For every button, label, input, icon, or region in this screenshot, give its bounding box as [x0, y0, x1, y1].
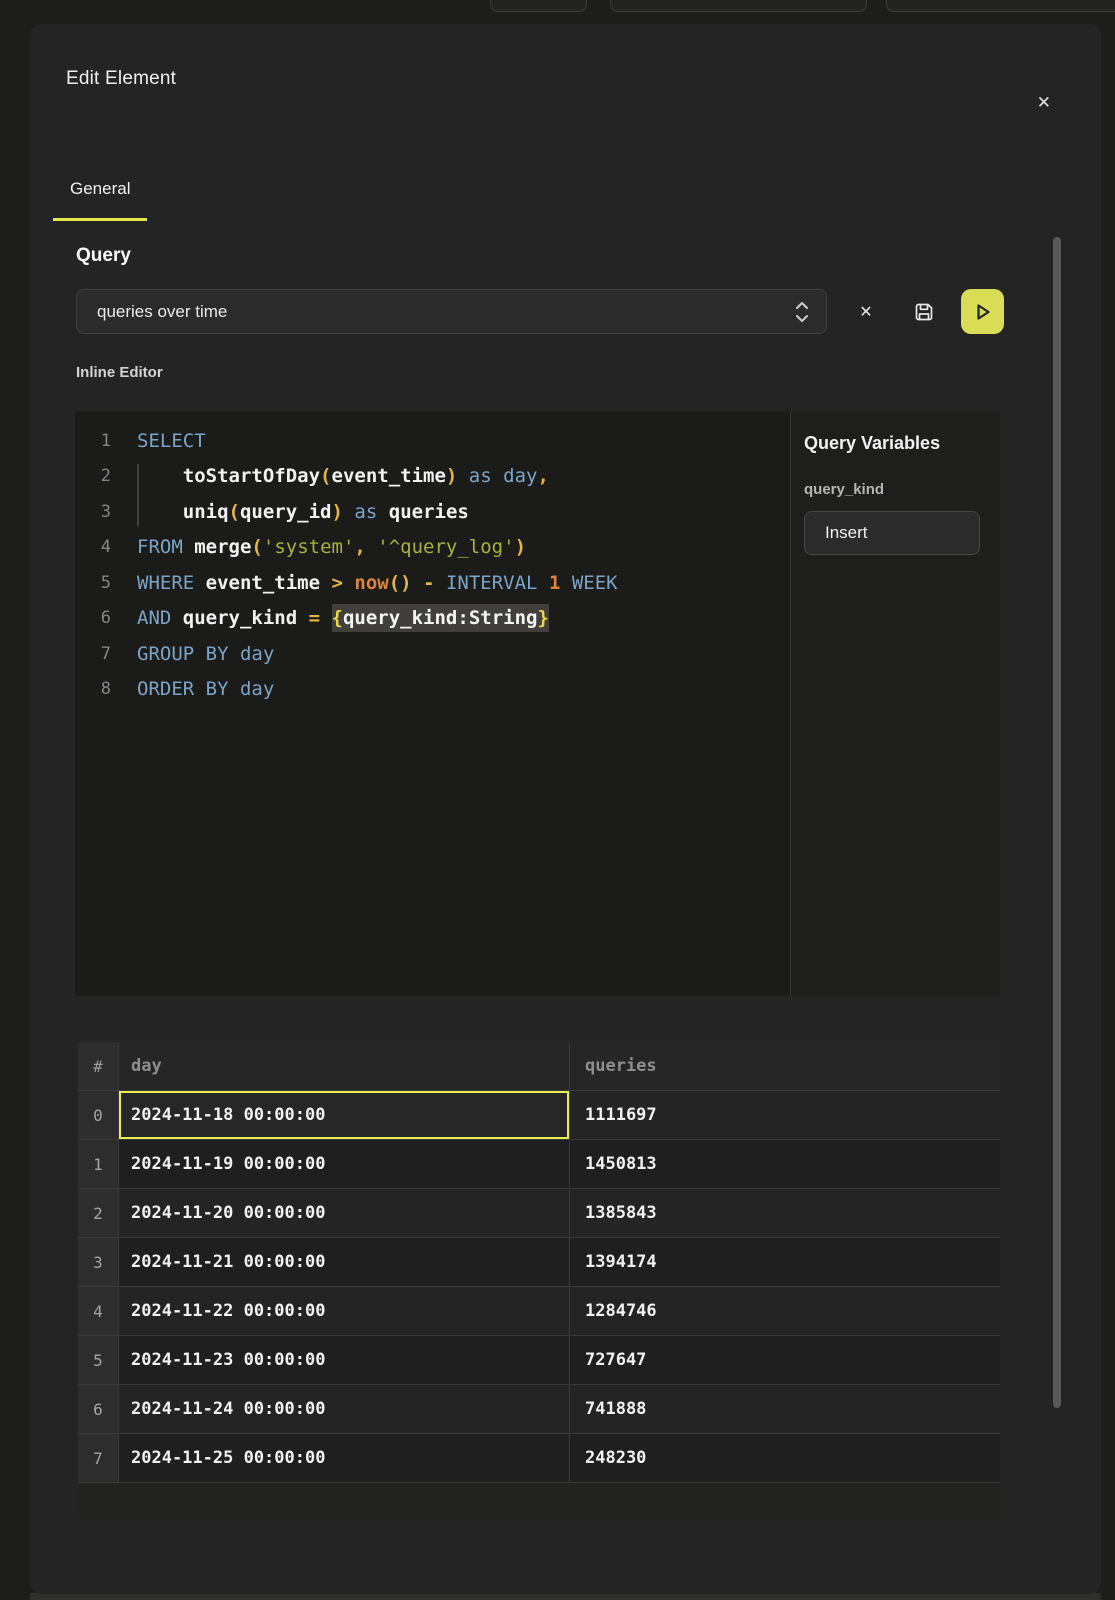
background-button [490, 0, 587, 12]
queries-cell[interactable]: 248230 [570, 1434, 1000, 1482]
line-number: 8 [75, 679, 111, 699]
table-row: 72024-11-25 00:00:00248230 [78, 1433, 1000, 1482]
modal-header: Edit Element [30, 24, 1101, 90]
day-cell[interactable]: 2024-11-22 00:00:00 [119, 1287, 570, 1335]
background-button [610, 0, 867, 12]
code-text: GROUP BY day [137, 643, 274, 665]
code-line: 6 AND query_kind = {query_kind:String} [75, 601, 790, 637]
line-number: 1 [75, 431, 111, 451]
row-index: 7 [78, 1434, 119, 1482]
row-index: 2 [78, 1189, 119, 1237]
query-select-row: queries over time ✕ [76, 289, 1004, 334]
query-select-value: queries over time [97, 302, 792, 322]
line-number: 2 [75, 466, 111, 486]
close-icon[interactable]: ✕ [1033, 90, 1055, 115]
code-line: 8 ORDER BY day [75, 672, 790, 708]
table-row: 22024-11-20 00:00:001385843 [78, 1188, 1000, 1237]
query-variables-panel: Query Variables query_kind Insert [791, 411, 1000, 996]
insert-variable-button[interactable]: Insert [804, 511, 980, 555]
code-line: 2 toStartOfDay(event_time) as day, [75, 459, 790, 495]
code-text: WHERE event_time > now() - INTERVAL 1 WE… [137, 572, 618, 594]
row-index: 3 [78, 1238, 119, 1286]
modal-title: Edit Element [66, 68, 176, 90]
code-line: 3 uniq(query_id) as queries [75, 494, 790, 530]
inline-editor: 1 SELECT 2 toStartOfDay(event_time) as day… [75, 411, 1000, 996]
tab-general[interactable]: General [53, 179, 147, 221]
day-cell[interactable]: 2024-11-25 00:00:00 [119, 1434, 570, 1482]
query-select[interactable]: queries over time [76, 289, 827, 334]
table-row: 32024-11-21 00:00:001394174 [78, 1237, 1000, 1286]
queries-cell[interactable]: 1284746 [570, 1287, 1000, 1335]
run-query-button[interactable] [961, 289, 1004, 334]
queries-cell[interactable]: 741888 [570, 1385, 1000, 1433]
code-text: uniq(query_id) as queries [137, 501, 469, 523]
queries-cell[interactable]: 1394174 [570, 1238, 1000, 1286]
table-footer-strip [78, 1482, 1000, 1519]
day-cell[interactable]: 2024-11-19 00:00:00 [119, 1140, 570, 1188]
sql-editor[interactable]: 1 SELECT 2 toStartOfDay(event_time) as day… [75, 411, 790, 996]
code-line: 5 WHERE event_time > now() - INTERVAL 1 W… [75, 565, 790, 601]
header-index: # [78, 1042, 119, 1090]
code-text: FROM merge('system', '^query_log') [137, 536, 526, 558]
row-index: 1 [78, 1140, 119, 1188]
table-row: 12024-11-19 00:00:001450813 [78, 1139, 1000, 1188]
background-toolbar [0, 0, 1115, 24]
day-cell[interactable]: 2024-11-21 00:00:00 [119, 1238, 570, 1286]
queries-cell[interactable]: 1111697 [570, 1091, 1000, 1139]
row-index: 0 [78, 1091, 119, 1139]
table-row: 42024-11-22 00:00:001284746 [78, 1286, 1000, 1335]
header-day: day [119, 1042, 570, 1090]
table-row: 62024-11-24 00:00:00741888 [78, 1384, 1000, 1433]
line-number: 3 [75, 502, 111, 522]
background-button [886, 0, 1115, 12]
chevron-updown-icon [792, 299, 812, 325]
code-text: SELECT [137, 430, 206, 452]
query-section-heading: Query [76, 245, 1101, 267]
clear-query-icon[interactable]: ✕ [849, 294, 883, 330]
save-icon[interactable] [907, 294, 941, 330]
table-header-row: # day queries [78, 1042, 1000, 1090]
day-cell[interactable]: 2024-11-18 00:00:00 [119, 1091, 570, 1139]
queries-cell[interactable]: 1385843 [570, 1189, 1000, 1237]
line-number: 4 [75, 537, 111, 557]
indent-guide [137, 464, 139, 526]
play-icon [970, 300, 994, 324]
variable-name-label: query_kind [804, 481, 1000, 498]
code-text: AND query_kind = {query_kind:String} [137, 607, 549, 629]
line-number: 5 [75, 573, 111, 593]
day-cell[interactable]: 2024-11-24 00:00:00 [119, 1385, 570, 1433]
header-queries: queries [570, 1042, 1000, 1090]
line-number: 7 [75, 644, 111, 664]
table-row: 02024-11-18 00:00:001111697 [78, 1090, 1000, 1139]
queries-cell[interactable]: 727647 [570, 1336, 1000, 1384]
tab-bar: General [53, 179, 1101, 221]
modal-scrollbar[interactable] [1053, 237, 1061, 1408]
row-index: 4 [78, 1287, 119, 1335]
row-index: 5 [78, 1336, 119, 1384]
table-row: 52024-11-23 00:00:00727647 [78, 1335, 1000, 1384]
queries-cell[interactable]: 1450813 [570, 1140, 1000, 1188]
code-text: toStartOfDay(event_time) as day, [137, 465, 549, 487]
code-line: 1 SELECT [75, 423, 790, 459]
day-cell[interactable]: 2024-11-23 00:00:00 [119, 1336, 570, 1384]
edit-element-modal: Edit Element ✕ General Query queries ove… [30, 24, 1101, 1594]
code-text: ORDER BY day [137, 678, 274, 700]
code-line: 7 GROUP BY day [75, 636, 790, 672]
background-page-edge [30, 1593, 1101, 1600]
day-cell[interactable]: 2024-11-20 00:00:00 [119, 1189, 570, 1237]
results-table: # day queries 02024-11-18 00:00:00111169… [78, 1042, 1000, 1519]
code-line: 4 FROM merge('system', '^query_log') [75, 530, 790, 566]
row-index: 6 [78, 1385, 119, 1433]
query-variables-title: Query Variables [804, 433, 1000, 454]
line-number: 6 [75, 608, 111, 628]
inline-editor-label: Inline Editor [76, 364, 1101, 381]
